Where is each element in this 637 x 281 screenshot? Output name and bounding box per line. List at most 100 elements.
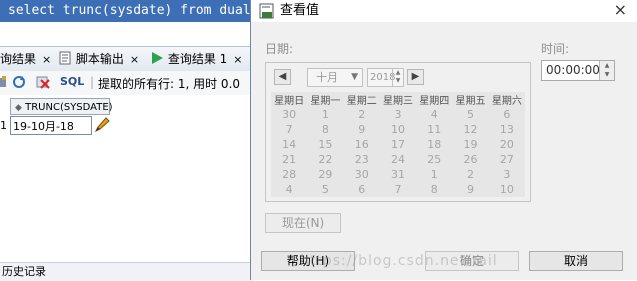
month-select[interactable]: 十月 ▼: [307, 68, 363, 87]
calendar-day[interactable]: 27: [489, 152, 525, 167]
next-month-button[interactable]: ▶: [407, 69, 424, 85]
chevron-down-icon: ▼: [351, 72, 358, 82]
calendar-day[interactable]: 24: [380, 152, 416, 167]
calendar-day[interactable]: 9: [452, 182, 488, 197]
view-value-dialog: 查看值 × 日期: 时间: ◀ 十月 ▼ 2018 ▲ ▼ ▶ 星期日 星期一 星…: [250, 0, 637, 280]
now-button[interactable]: 现在(N): [265, 213, 341, 233]
weekday-header: 星期二: [346, 96, 377, 107]
calendar-day[interactable]: 14: [271, 137, 307, 152]
calendar-day[interactable]: 13: [489, 122, 525, 137]
weekday-header: 星期四: [419, 96, 450, 107]
calendar-day[interactable]: 17: [380, 137, 416, 152]
calendar-day[interactable]: 6: [344, 182, 380, 197]
tab-label: 脚本输出: [75, 52, 124, 66]
calendar-day[interactable]: 10: [489, 182, 525, 197]
toolbar-separator: |: [90, 75, 95, 89]
close-icon[interactable]: ×: [130, 53, 139, 66]
calendar-day[interactable]: 1: [307, 107, 343, 122]
prev-month-button[interactable]: ◀: [274, 69, 291, 85]
calendar-day[interactable]: 4: [271, 182, 307, 197]
refresh-icon[interactable]: [12, 75, 26, 89]
year-spinner[interactable]: 2018 ▲ ▼: [367, 68, 404, 87]
month-value: 十月: [316, 71, 338, 84]
calendar-day[interactable]: 19: [452, 137, 488, 152]
dialog-titlebar[interactable]: 查看值 ×: [251, 0, 637, 22]
play-icon: [152, 52, 163, 64]
calendar-day[interactable]: 15: [307, 137, 343, 152]
ok-button[interactable]: 确定: [425, 251, 519, 271]
close-icon[interactable]: ×: [614, 0, 627, 20]
tab-script-output[interactable]: 脚本输出 ×: [58, 50, 139, 68]
time-input[interactable]: 00:00:00 ▲ ▼: [541, 60, 615, 81]
date-label: 日期:: [265, 42, 294, 56]
calendar-picker: ◀ 十月 ▼ 2018 ▲ ▼ ▶ 星期日 星期一 星期二 星期三 星期四 星期五…: [265, 62, 531, 202]
calendar-day[interactable]: 28: [271, 167, 307, 182]
date-cell[interactable]: 19-10月-18: [10, 116, 92, 135]
calendar-day[interactable]: 23: [344, 152, 380, 167]
weekday-header: 星期六: [491, 96, 522, 107]
calendar-day[interactable]: 6: [489, 107, 525, 122]
calendar-day[interactable]: 8: [416, 182, 452, 197]
help-button[interactable]: 帮助(H): [261, 251, 355, 271]
calendar-day[interactable]: 11: [416, 122, 452, 137]
cancel-query-icon[interactable]: [36, 75, 50, 89]
spin-up-icon[interactable]: ▲: [600, 61, 614, 70]
column-header[interactable]: ◆ TRUNC(SYSDATE): [10, 98, 113, 115]
calendar-day[interactable]: 22: [307, 152, 343, 167]
sql-editor-selected-text[interactable]: select trunc(sysdate) from dual: [0, 0, 255, 22]
calendar-day[interactable]: 5: [307, 182, 343, 197]
tab-label: 询结果: [0, 52, 37, 66]
calendar-day[interactable]: 3: [489, 167, 525, 182]
calendar-day[interactable]: 25: [416, 152, 452, 167]
column-header-label: TRUNC(SYSDATE): [25, 102, 113, 113]
weekday-header: 星期三: [382, 96, 413, 107]
app-icon: [259, 3, 274, 19]
calendar-day[interactable]: 20: [489, 137, 525, 152]
tab-label: 查询结果 1: [167, 52, 228, 66]
calendar-day[interactable]: 30: [271, 107, 307, 122]
spin-down-icon[interactable]: ▼: [393, 77, 403, 85]
weekday-header: 星期一: [310, 96, 341, 107]
results-toolbar: SQL | 提取的所有行: 1, 用时 0.0: [0, 71, 252, 95]
calendar-day[interactable]: 12: [452, 122, 488, 137]
calendar-day[interactable]: 2: [452, 167, 488, 182]
calendar-day[interactable]: 21: [271, 152, 307, 167]
sql-button[interactable]: SQL: [60, 75, 84, 88]
calendar-day[interactable]: 2: [344, 107, 380, 122]
weekday-header: 星期日: [274, 96, 305, 107]
time-value: 00:00:00: [546, 63, 600, 77]
calendar-day[interactable]: 18: [416, 137, 452, 152]
calendar-day[interactable]: 10: [380, 122, 416, 137]
sql-editor[interactable]: [0, 22, 252, 46]
calendar-day[interactable]: 5: [452, 107, 488, 122]
calendar-day[interactable]: 16: [344, 137, 380, 152]
calendar-day[interactable]: 26: [452, 152, 488, 167]
history-panel-tab[interactable]: 历史记录: [0, 262, 254, 281]
close-icon[interactable]: ×: [233, 53, 242, 66]
calendar-day[interactable]: 29: [307, 167, 343, 182]
cancel-button[interactable]: 取消: [529, 251, 623, 271]
weekday-header: 星期五: [455, 96, 486, 107]
close-icon[interactable]: ×: [42, 53, 51, 66]
calendar-day[interactable]: 1: [416, 167, 452, 182]
calendar-day[interactable]: 8: [307, 122, 343, 137]
time-label: 时间:: [541, 42, 570, 56]
calendar-day[interactable]: 7: [380, 182, 416, 197]
script-icon: [59, 51, 71, 65]
spin-up-icon[interactable]: ▲: [393, 69, 403, 77]
sort-icon: ◆: [15, 103, 22, 113]
spin-down-icon[interactable]: ▼: [600, 70, 614, 79]
calendar-day[interactable]: 3: [380, 107, 416, 122]
tab-query-result-1[interactable]: 查询结果 1 ×: [150, 50, 243, 68]
calendar-day[interactable]: 4: [416, 107, 452, 122]
pencil-icon[interactable]: [93, 116, 111, 134]
dialog-title: 查看值: [280, 3, 320, 18]
calendar-grid: 星期日 星期一 星期二 星期三 星期四 星期五 星期六 30 1 2 3 4 5: [271, 92, 525, 197]
calendar-day[interactable]: 7: [271, 122, 307, 137]
calendar-day[interactable]: 30: [344, 167, 380, 182]
fetch-status: 提取的所有行: 1, 用时 0.0: [98, 77, 241, 91]
calendar-day[interactable]: 31: [380, 167, 416, 182]
row-number: 1: [0, 119, 7, 132]
tab-query-result-prev[interactable]: 询结果 ×: [0, 50, 51, 68]
calendar-day[interactable]: 9: [344, 122, 380, 137]
